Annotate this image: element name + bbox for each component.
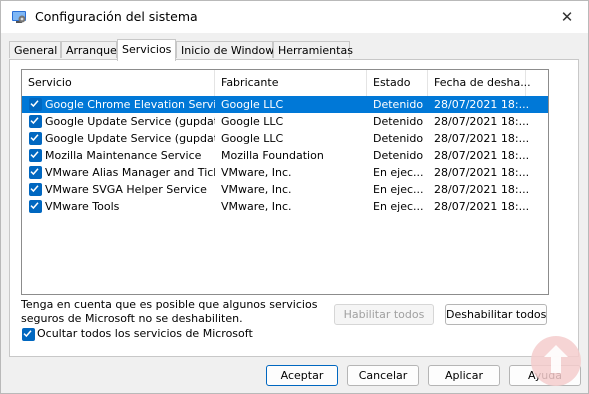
service-date: 28/07/2021 18:... [434, 149, 530, 162]
service-vendor: Mozilla Foundation [221, 149, 324, 162]
service-checkbox[interactable] [29, 98, 42, 111]
service-vendor: Google LLC [221, 115, 284, 128]
tab-servicios[interactable]: Servicios [117, 39, 176, 61]
column-header: Servicio Fabricante Estado Fecha de desh… [22, 70, 548, 96]
service-date: 28/07/2021 18:... [434, 183, 530, 196]
service-name: Google Update Service (gupdate) [45, 115, 215, 128]
service-date: 28/07/2021 18:... [434, 200, 530, 213]
service-name: VMware SVGA Helper Service [45, 183, 207, 196]
tab-herramientas[interactable]: Herramientas [273, 41, 353, 58]
column-estado[interactable]: Estado [367, 70, 428, 96]
disable-all-button[interactable]: Deshabilitar todos [445, 304, 547, 325]
hide-ms-checkbox[interactable] [22, 328, 35, 341]
msconfig-icon [11, 9, 27, 25]
column-fecha[interactable]: Fecha de desha... [428, 70, 531, 96]
tab-arranque[interactable]: Arranque [61, 41, 117, 58]
service-date: 28/07/2021 18:... [434, 132, 530, 145]
table-row[interactable]: VMware SVGA Helper Service VMware, Inc. … [22, 181, 548, 198]
tab-general[interactable]: General [9, 41, 61, 58]
column-servicio[interactable]: Servicio [22, 70, 215, 96]
close-icon[interactable]: ✕ [554, 6, 580, 28]
column-fabricante[interactable]: Fabricante [215, 70, 367, 96]
table-row[interactable]: Google Update Service (gupdatem) Google … [22, 130, 548, 147]
service-date: 28/07/2021 18:... [434, 166, 530, 179]
enable-all-button[interactable]: Habilitar todos [334, 304, 434, 325]
service-vendor: Google LLC [221, 98, 284, 111]
service-checkbox[interactable] [29, 166, 42, 179]
service-status: Detenido [373, 115, 424, 128]
service-status: En ejec... [373, 166, 424, 179]
services-list[interactable]: Servicio Fabricante Estado Fecha de desh… [21, 69, 549, 295]
service-status: En ejec... [373, 200, 424, 213]
service-checkbox[interactable] [29, 132, 42, 145]
service-name: Google Update Service (gupdatem) [45, 132, 215, 145]
tab-inicio-windows[interactable]: Inicio de Windows [176, 41, 280, 58]
table-row[interactable]: VMware Alias Manager and Ticke... VMware… [22, 164, 548, 181]
cancel-button[interactable]: Cancelar [347, 365, 419, 386]
service-checkbox[interactable] [29, 183, 42, 196]
service-checkbox[interactable] [29, 149, 42, 162]
table-row[interactable]: Google Update Service (gupdate) Google L… [22, 113, 548, 130]
service-checkbox[interactable] [29, 200, 42, 213]
apply-button[interactable]: Aplicar [428, 365, 500, 386]
system-config-window: Configuración del sistema ✕ General Arra… [0, 0, 589, 394]
table-row[interactable]: Google Chrome Elevation Servic... Google… [22, 96, 548, 113]
service-date: 28/07/2021 18:... [434, 98, 530, 111]
service-name: Google Chrome Elevation Servic... [45, 98, 215, 111]
table-row[interactable]: Mozilla Maintenance Service Mozilla Foun… [22, 147, 548, 164]
service-vendor: VMware, Inc. [221, 183, 292, 196]
service-name: VMware Tools [45, 200, 120, 213]
service-vendor: Google LLC [221, 132, 284, 145]
service-checkbox[interactable] [29, 115, 42, 128]
service-vendor: VMware, Inc. [221, 200, 292, 213]
watermark-logo-icon [528, 333, 584, 389]
ok-button[interactable]: Aceptar [266, 365, 338, 386]
service-status: Detenido [373, 98, 424, 111]
window-title: Configuración del sistema [35, 9, 198, 24]
service-vendor: VMware, Inc. [221, 166, 292, 179]
hide-ms-label[interactable]: Ocultar todos los servicios de Microsoft [37, 327, 253, 340]
service-name: VMware Alias Manager and Ticke... [45, 166, 215, 179]
service-status: En ejec... [373, 183, 424, 196]
service-date: 28/07/2021 18:... [434, 115, 530, 128]
microsoft-services-note: Tenga en cuenta que es posible que algun… [21, 298, 318, 325]
service-name: Mozilla Maintenance Service [45, 149, 202, 162]
service-status: Detenido [373, 149, 424, 162]
table-row[interactable]: VMware Tools VMware, Inc. En ejec... 28/… [22, 198, 548, 215]
service-status: Detenido [373, 132, 424, 145]
title-bar[interactable]: Configuración del sistema ✕ [1, 1, 588, 33]
